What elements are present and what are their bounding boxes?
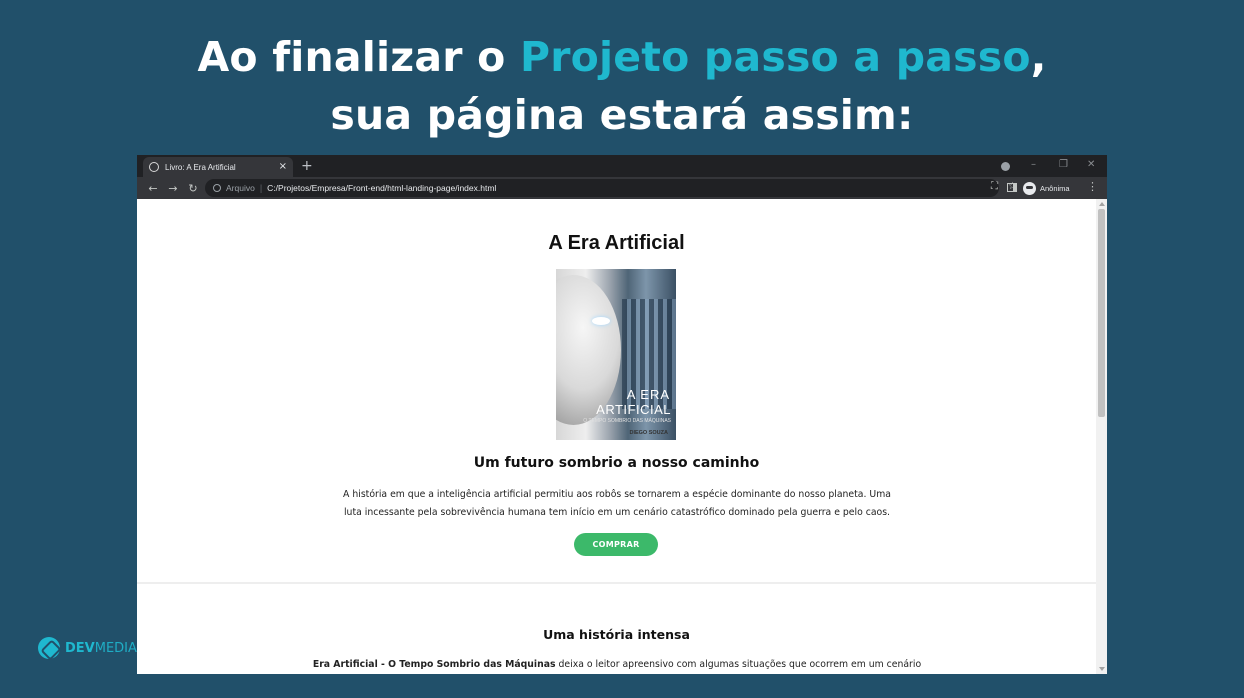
buy-button[interactable]: COMPRAR: [574, 533, 658, 556]
section-2-title: Uma história intensa: [543, 627, 690, 642]
tab-title: Livro: A Era Artificial: [165, 162, 236, 172]
browser-tab[interactable]: Livro: A Era Artificial ×: [143, 157, 293, 177]
section-divider: [137, 582, 1096, 584]
cover-author: DIEGO SOUZA: [629, 430, 668, 436]
cover-eye: [592, 317, 610, 325]
cover-title-line-1: A ERA: [626, 387, 670, 402]
incognito-icon: [1023, 181, 1036, 195]
info-icon[interactable]: [213, 184, 221, 192]
book-cover-image: A ERA ARTIFICIAL O TEMPO SOMBRIO DAS MÁQ…: [556, 269, 676, 440]
logo-media-text: MEDIA: [94, 640, 137, 656]
page-description: A história em que a inteligência artific…: [343, 489, 891, 518]
devmedia-logo-icon: [38, 637, 60, 659]
profile-button[interactable]: Anônima: [1023, 180, 1079, 196]
address-url[interactable]: C:/Projetos/Empresa/Front-end/html-landi…: [267, 183, 496, 193]
globe-icon: [149, 162, 159, 172]
tab-close-icon[interactable]: ×: [279, 162, 287, 172]
address-separator: |: [259, 183, 263, 193]
scroll-down-arrow-icon[interactable]: [1099, 667, 1105, 671]
logo-dev-text: DEV: [65, 640, 95, 656]
section-2-bold-title: Era Artificial - O Tempo Sombrio das Máq…: [312, 659, 556, 670]
headline-comma: ,: [1030, 33, 1047, 81]
browser-menu-icon[interactable]: ⋮: [1087, 180, 1098, 194]
slide-headline: Ao finalizar o Projeto passo a passo, su…: [0, 28, 1244, 144]
page-viewport: A Era Artificial A ERA ARTIFICIAL O TEMP…: [137, 199, 1107, 674]
close-window-button[interactable]: ✕: [1087, 158, 1095, 172]
maximize-button[interactable]: ❐: [1059, 158, 1068, 172]
profile-label: Anônima: [1040, 183, 1070, 193]
side-panel-icon[interactable]: [1007, 183, 1017, 192]
headline-text: Ao finalizar o: [197, 33, 520, 81]
cover-subtitle: O TEMPO SOMBRIO DAS MÁQUINAS: [583, 418, 671, 424]
scrollbar-thumb[interactable]: [1098, 209, 1105, 417]
translate-icon[interactable]: ⛶: [991, 180, 998, 194]
record-icon[interactable]: [1001, 162, 1010, 171]
headline-line-2: sua página estará assim:: [330, 91, 914, 139]
browser-window: Livro: A Era Artificial × + – ❐ ✕ ← → ↻ …: [137, 155, 1107, 674]
devmedia-logo: DEV MEDIA: [38, 637, 137, 659]
address-scheme-label: Arquivo: [226, 183, 255, 193]
page-scrollbar[interactable]: [1096, 199, 1107, 674]
section-2-text: deixa o leitor apreensivo com algumas si…: [555, 659, 922, 670]
address-bar[interactable]: Arquivo | C:/Projetos/Empresa/Front-end/…: [205, 179, 999, 197]
tab-bar: Livro: A Era Artificial × + – ❐ ✕: [137, 155, 1107, 177]
headline-line-1: Ao finalizar o Projeto passo a passo,: [0, 28, 1244, 86]
scroll-up-arrow-icon[interactable]: [1099, 202, 1105, 206]
back-button[interactable]: ←: [143, 182, 163, 195]
new-tab-button[interactable]: +: [301, 157, 313, 175]
cover-title-line-2: ARTIFICIAL: [596, 402, 671, 417]
headline-accent: Projeto passo a passo: [519, 33, 1031, 81]
section-2-paragraph: Era Artificial - O Tempo Sombrio das Máq…: [287, 656, 947, 674]
minimize-button[interactable]: –: [1031, 158, 1036, 172]
browser-toolbar: ← → ↻ Arquivo | C:/Projetos/Empresa/Fron…: [137, 177, 1107, 199]
page-subtitle: Um futuro sombrio a nosso caminho: [473, 455, 760, 471]
reload-button[interactable]: ↻: [183, 182, 203, 195]
page-title: A Era Artificial: [548, 232, 685, 254]
forward-button[interactable]: →: [163, 182, 183, 195]
